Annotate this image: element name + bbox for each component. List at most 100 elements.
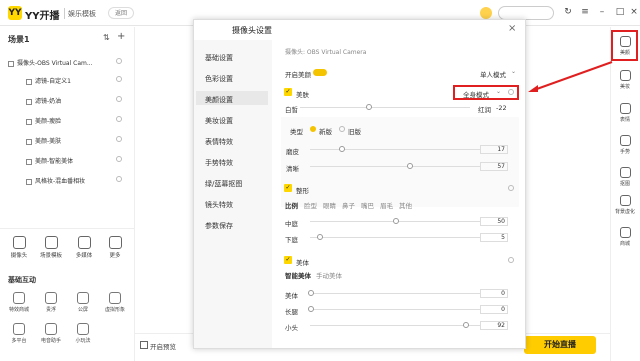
nav-params[interactable]: 参数保存 [205,221,233,231]
close-icon[interactable]: × [628,6,640,18]
b3-value[interactable]: 92 [480,321,508,330]
visibility-icon[interactable] [116,58,122,64]
effect-shop[interactable]: 特效商城 [6,292,32,313]
app-brand: YY开播 [25,11,60,22]
tool-camera[interactable]: 摄像头 [8,236,30,259]
b2-slider[interactable] [310,309,480,310]
preview-toggle[interactable]: 开启预览 [150,341,176,351]
type-new-radio[interactable] [310,126,316,132]
tool-media[interactable]: 多媒体 [73,236,95,259]
maximize-icon[interactable]: □ [614,6,626,18]
shape-tab-nose[interactable]: 鼻子 [342,200,355,210]
b2-value[interactable]: 0 [480,305,508,314]
clear-slider-thumb[interactable] [407,163,413,169]
clear-value[interactable]: 57 [480,162,508,171]
tree-item-camera[interactable]: 摄像头-OBS Virtual Cam... [8,58,122,67]
nav-matting[interactable]: 绿/蓝幕抠图 [205,179,242,189]
tree-item-filter2[interactable]: 滤镜-奶油 [26,96,122,105]
mid-slider-thumb[interactable] [393,218,399,224]
account-pill[interactable] [498,6,554,20]
add-icon[interactable]: + [117,31,125,42]
public-screen[interactable]: 公屏 [70,292,96,313]
single-mode-select[interactable]: 单人模式 [480,69,506,79]
visibility-icon[interactable] [116,96,122,102]
minimize-icon[interactable]: – [596,6,608,18]
tool-template[interactable]: 场景模板 [40,236,62,259]
low-value[interactable]: 5 [480,233,508,242]
tool-more[interactable]: 更多 [104,236,126,259]
enable-beauty-toggle[interactable] [313,69,327,76]
voice-icon [45,323,57,335]
reset-icon[interactable] [508,257,514,263]
rail-bg-blur[interactable]: 背景虚化 [612,195,638,215]
shape-tab-brow[interactable]: 眉毛 [380,200,393,210]
nav-makeup[interactable]: 美妆设置 [205,116,233,126]
tree-item-filter1[interactable]: 滤镜-自定义1 [26,76,122,85]
visibility-icon[interactable] [116,176,122,182]
rail-makeup[interactable]: 美妆 [612,70,638,90]
shape-tab-ratio[interactable]: 比例 [285,200,298,210]
visibility-icon[interactable] [116,156,122,162]
rail-beauty[interactable]: 美颜 [612,36,638,56]
rail-matting[interactable]: 抠图 [612,167,638,187]
nav-gesture[interactable]: 手势特效 [205,158,233,168]
menu-icon[interactable]: ≡ [579,6,591,18]
tree-item-style[interactable]: 风格妆-混血番相妆 [26,176,122,185]
smooth-slider[interactable] [310,149,480,150]
close-icon[interactable]: × [508,23,516,34]
smooth-value[interactable]: 17 [480,145,508,154]
skin-checkbox[interactable]: ✓ [284,88,292,96]
body-tab-manual[interactable]: 手动美体 [316,270,342,280]
chevron-down-icon[interactable]: ⌄ [511,68,516,75]
b1-slider-thumb[interactable] [308,290,314,296]
voice-assistant[interactable]: 电音助手 [38,323,64,344]
mascot-icon[interactable] [480,7,492,19]
nav-expression[interactable]: 表情特效 [205,137,233,147]
b3-slider[interactable] [310,325,480,326]
tree-item-beauty3[interactable]: 美颜-智能美体 [26,156,122,165]
start-live-button[interactable]: 开始直播 [524,336,596,354]
camera-icon [12,236,26,249]
tree-item-beauty2[interactable]: 美颜-美肤 [26,136,122,145]
tree-item-beauty1[interactable]: 美颜-瘦脸 [26,116,122,125]
reset-icon[interactable] [508,185,514,191]
rail-gesture[interactable]: 手势 [612,135,638,155]
b3-slider-thumb[interactable] [463,322,469,328]
nav-lens[interactable]: 镜头特效 [205,200,233,210]
shape-tab-mouth[interactable]: 嘴巴 [361,200,374,210]
settings-icon[interactable]: ⇅ [103,33,110,42]
white-slider[interactable] [300,107,470,108]
visibility-icon[interactable] [116,136,122,142]
visibility-icon[interactable] [116,76,122,82]
virtual-avatar[interactable]: 虚拟形象 [102,292,128,313]
mini-game[interactable]: 小玩法 [70,323,96,344]
smooth-slider-thumb[interactable] [339,146,345,152]
shape-tab-other[interactable]: 其他 [399,200,412,210]
low-slider[interactable] [310,237,480,238]
shape-tab-face[interactable]: 脸型 [304,200,317,210]
body-checkbox[interactable]: ✓ [284,256,292,264]
b1-value[interactable]: 0 [480,289,508,298]
rail-shop[interactable]: 商城 [612,227,638,247]
body-tab-smart[interactable]: 智能美体 [285,270,311,280]
mid-value[interactable]: 50 [480,217,508,226]
b2-slider-thumb[interactable] [308,306,314,312]
clear-slider[interactable] [310,166,480,167]
rail-expression[interactable]: 表情 [612,103,638,123]
visibility-icon[interactable] [116,116,122,122]
back-button[interactable]: 返回 [108,7,134,19]
type-old-radio[interactable] [339,126,345,132]
nav-basic[interactable]: 基础设置 [205,53,233,63]
interaction-2[interactable]: 贵浮 [38,292,64,313]
multi-platform[interactable]: 多平台 [6,323,32,344]
white-slider-thumb[interactable] [366,104,372,110]
platform-icon [13,323,25,335]
b1-slider[interactable] [310,293,480,294]
refresh-icon[interactable]: ↻ [562,6,574,18]
nav-beauty[interactable]: 美颜设置 [205,95,233,105]
nav-color[interactable]: 色彩设置 [205,74,233,84]
shape-checkbox[interactable]: ✓ [284,184,292,192]
shape-tab-eyes[interactable]: 眼睛 [323,200,336,210]
preview-icon[interactable] [140,341,148,349]
low-slider-thumb[interactable] [317,234,323,240]
